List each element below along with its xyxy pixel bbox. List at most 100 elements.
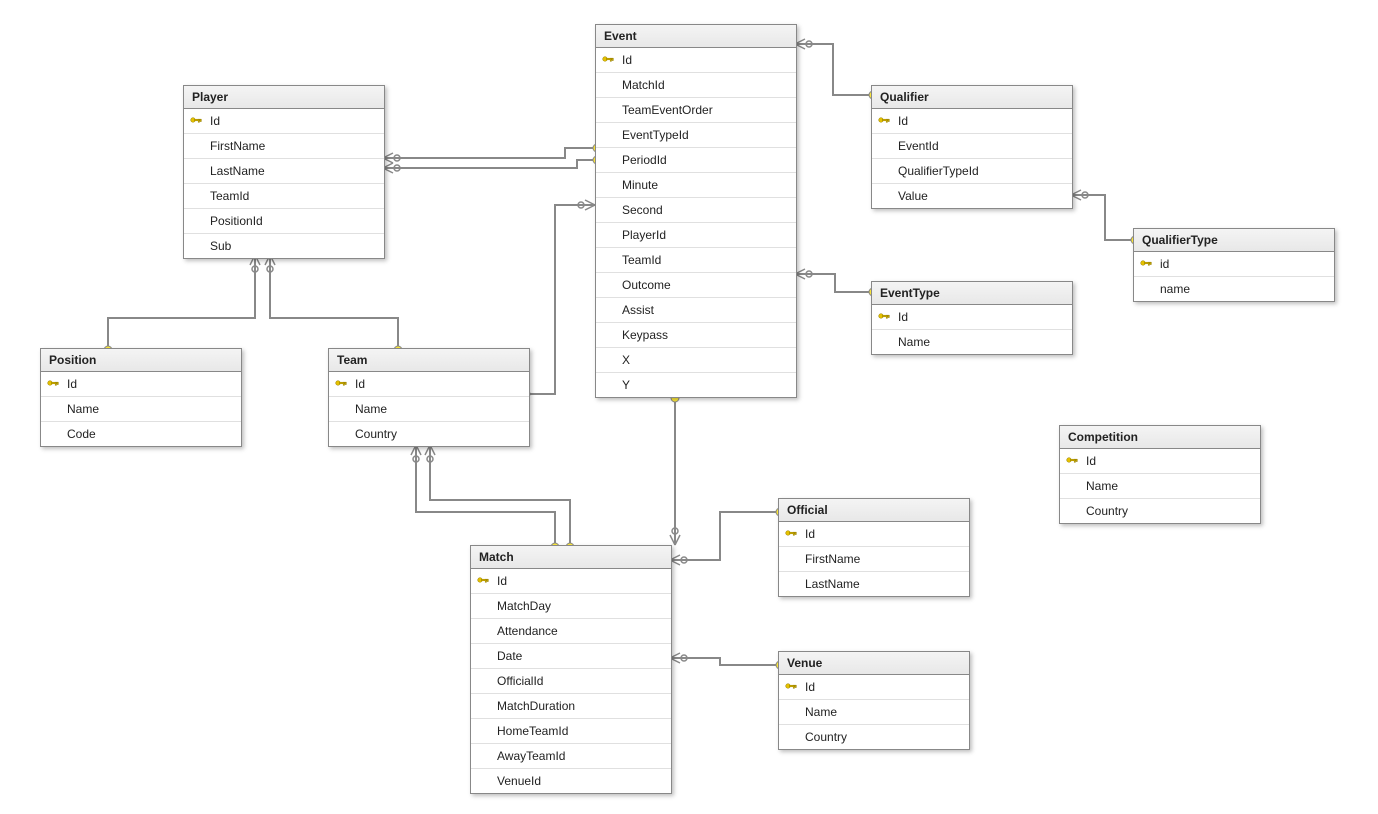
table-column[interactable]: Id: [1060, 449, 1260, 474]
column-name: id: [1160, 257, 1169, 271]
column-icon: [477, 724, 491, 738]
column-name: Name: [355, 402, 387, 416]
table-header[interactable]: Position: [41, 349, 241, 372]
table-column[interactable]: Id: [596, 48, 796, 73]
table-qtype[interactable]: QualifierType id name: [1133, 228, 1335, 302]
column-name: EventTypeId: [622, 128, 689, 142]
column-name: Id: [355, 377, 365, 391]
table-column[interactable]: Outcome: [596, 273, 796, 298]
table-column[interactable]: TeamId: [184, 184, 384, 209]
table-column[interactable]: FirstName: [184, 134, 384, 159]
table-column[interactable]: Id: [779, 675, 969, 700]
column-icon: [1066, 479, 1080, 493]
table-column[interactable]: id: [1134, 252, 1334, 277]
table-column[interactable]: Y: [596, 373, 796, 397]
table-column[interactable]: Second: [596, 198, 796, 223]
table-column[interactable]: Date: [471, 644, 671, 669]
table-column[interactable]: Code: [41, 422, 241, 446]
table-column[interactable]: LastName: [779, 572, 969, 596]
table-column[interactable]: Minute: [596, 173, 796, 198]
column-name: Name: [1086, 479, 1118, 493]
table-column[interactable]: AwayTeamId: [471, 744, 671, 769]
table-header[interactable]: Player: [184, 86, 384, 109]
table-column[interactable]: FirstName: [779, 547, 969, 572]
table-header[interactable]: Venue: [779, 652, 969, 675]
primary-key-icon: [1066, 454, 1080, 468]
table-qualifier[interactable]: QualifierIdEventIdQualifierTypeIdValue: [871, 85, 1073, 209]
table-column[interactable]: Country: [329, 422, 529, 446]
table-column[interactable]: LastName: [184, 159, 384, 184]
table-column[interactable]: Assist: [596, 298, 796, 323]
table-column[interactable]: TeamId: [596, 248, 796, 273]
primary-key-icon: [785, 680, 799, 694]
column-icon: [785, 552, 799, 566]
table-column[interactable]: Id: [872, 109, 1072, 134]
column-icon: [477, 624, 491, 638]
table-column[interactable]: Name: [872, 330, 1072, 354]
table-column[interactable]: EventId: [872, 134, 1072, 159]
table-header[interactable]: Competition: [1060, 426, 1260, 449]
column-name: MatchId: [622, 78, 665, 92]
column-icon: [878, 139, 892, 153]
table-column[interactable]: MatchId: [596, 73, 796, 98]
table-player[interactable]: PlayerIdFirstNameLastNameTeamIdPositionI…: [183, 85, 385, 259]
endpoint-many-icon: [383, 153, 400, 163]
table-column[interactable]: Id: [329, 372, 529, 397]
table-header[interactable]: Team: [329, 349, 529, 372]
table-header[interactable]: EventType: [872, 282, 1072, 305]
table-column[interactable]: Id: [471, 569, 671, 594]
table-column[interactable]: Name: [1060, 474, 1260, 499]
table-column[interactable]: Keypass: [596, 323, 796, 348]
table-official[interactable]: OfficialId FirstName LastName: [778, 498, 970, 597]
table-column[interactable]: Country: [779, 725, 969, 749]
column-icon: [47, 402, 61, 416]
table-column[interactable]: TeamEventOrder: [596, 98, 796, 123]
column-icon: [190, 239, 204, 253]
table-header[interactable]: Qualifier: [872, 86, 1072, 109]
table-column[interactable]: MatchDuration: [471, 694, 671, 719]
table-column[interactable]: Name: [779, 700, 969, 725]
table-event[interactable]: EventId MatchId TeamEventOrder EventTypeId P…: [595, 24, 797, 398]
primary-key-icon: [47, 377, 61, 391]
column-name: MatchDuration: [497, 699, 575, 713]
table-column[interactable]: VenueId: [471, 769, 671, 793]
table-etype[interactable]: EventTypeIdName: [871, 281, 1073, 355]
table-column[interactable]: HomeTeamId: [471, 719, 671, 744]
table-position[interactable]: PositionIdNameCode: [40, 348, 242, 447]
table-column[interactable]: Id: [41, 372, 241, 397]
table-column[interactable]: PositionId: [184, 209, 384, 234]
table-match[interactable]: MatchIdMatchDayAttendanceDate OfficialId M…: [470, 545, 672, 794]
table-column[interactable]: name: [1134, 277, 1334, 301]
column-name: PeriodId: [622, 153, 667, 167]
table-column[interactable]: Attendance: [471, 619, 671, 644]
column-icon: [602, 253, 616, 267]
column-name: FirstName: [805, 552, 860, 566]
table-header[interactable]: Official: [779, 499, 969, 522]
table-column[interactable]: Id: [184, 109, 384, 134]
connector-player-position: [108, 255, 255, 348]
table-venue[interactable]: VenueIdNameCountry: [778, 651, 970, 750]
table-column[interactable]: OfficialId: [471, 669, 671, 694]
table-header[interactable]: Event: [596, 25, 796, 48]
table-column[interactable]: EventTypeId: [596, 123, 796, 148]
column-name: Country: [355, 427, 397, 441]
table-column[interactable]: Sub: [184, 234, 384, 258]
table-column[interactable]: Country: [1060, 499, 1260, 523]
table-header[interactable]: QualifierType: [1134, 229, 1334, 252]
table-column[interactable]: X: [596, 348, 796, 373]
table-column[interactable]: Id: [779, 522, 969, 547]
table-column[interactable]: QualifierTypeId: [872, 159, 1072, 184]
table-team[interactable]: Team Id Name Country: [328, 348, 530, 447]
column-name: TeamId: [622, 253, 661, 267]
column-name: OfficialId: [497, 674, 543, 688]
table-column[interactable]: Value: [872, 184, 1072, 208]
table-column[interactable]: MatchDay: [471, 594, 671, 619]
primary-key-icon: [477, 574, 491, 588]
table-column[interactable]: Name: [41, 397, 241, 422]
table-column[interactable]: PlayerId: [596, 223, 796, 248]
table-column[interactable]: PeriodId: [596, 148, 796, 173]
table-competition[interactable]: CompetitionId Name Country: [1059, 425, 1261, 524]
table-header[interactable]: Match: [471, 546, 671, 569]
table-column[interactable]: Name: [329, 397, 529, 422]
table-column[interactable]: Id: [872, 305, 1072, 330]
